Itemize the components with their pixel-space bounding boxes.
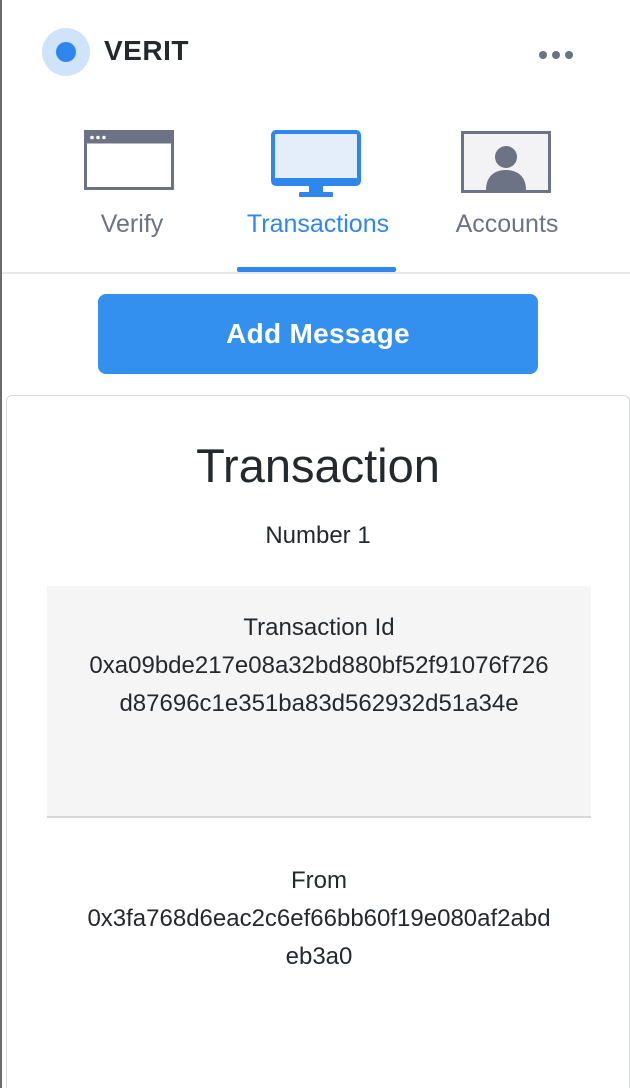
tab-label-verify: Verify xyxy=(100,210,164,238)
transaction-number: Number 1 xyxy=(265,522,371,549)
brand-name: VERIT xyxy=(104,35,189,66)
transaction-card: Transaction Number 1 Transaction Id 0xa0… xyxy=(6,395,630,1088)
active-tab-indicator xyxy=(237,267,396,272)
from-field: From 0x3fa768d6eac2c6ef66bb60f19e080af2a… xyxy=(47,862,591,976)
from-label: From xyxy=(291,867,347,894)
header: VERIT xyxy=(2,0,630,100)
tab-transactions[interactable]: Transactions xyxy=(232,120,404,274)
transaction-id-field: Transaction Id 0xa09bde217e08a32bd880bf5… xyxy=(47,586,591,818)
user-card-icon xyxy=(461,131,551,193)
more-horizontal-icon xyxy=(565,51,573,59)
monitor-icon xyxy=(271,130,361,197)
from-value: 0x3fa768d6eac2c6ef66bb60f19e080af2abdeb3… xyxy=(87,905,551,970)
tab-label-transactions: Transactions xyxy=(246,210,390,238)
browser-window-icon xyxy=(84,130,174,190)
more-options-button[interactable] xyxy=(534,40,578,70)
card-title: Transaction xyxy=(196,439,440,492)
add-message-button[interactable]: Add Message xyxy=(98,294,538,374)
tab-verify[interactable]: Verify xyxy=(62,120,202,274)
transaction-id-label: Transaction Id xyxy=(243,614,395,641)
transaction-id-value: 0xa09bde217e08a32bd880bf52f91076f726d876… xyxy=(89,652,549,717)
more-horizontal-icon xyxy=(552,51,560,59)
tab-bar: Verify Transactions Accounts xyxy=(2,120,630,274)
tab-label-accounts: Accounts xyxy=(455,210,559,238)
tab-accounts[interactable]: Accounts xyxy=(432,120,582,274)
extension-popup: VERIT Verify Transactions Accounts Add M… xyxy=(0,0,630,1088)
more-horizontal-icon xyxy=(539,51,547,59)
circle-logo-icon xyxy=(42,28,90,76)
logo-dot xyxy=(56,42,76,62)
